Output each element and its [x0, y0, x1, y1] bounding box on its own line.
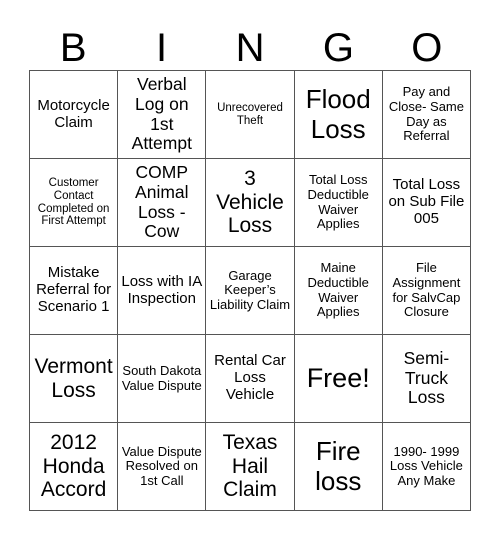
- header-letter-i: I: [156, 26, 168, 70]
- bingo-cell-n1[interactable]: Unrecovered Theft: [206, 71, 295, 159]
- bingo-cell-g1[interactable]: Flood Loss: [294, 71, 383, 159]
- bingo-cell-label: 2012 Honda Accord: [40, 431, 107, 502]
- bingo-cell-label: File Assignment for SalvCap Closure: [392, 260, 461, 320]
- bingo-cell-b2[interactable]: Customer Contact Completed on First Atte…: [30, 159, 119, 247]
- bingo-cell-o4[interactable]: Semi- Truck Loss: [382, 335, 472, 423]
- bingo-cell-label: Customer Contact Completed on First Atte…: [37, 176, 110, 228]
- bingo-cell-label: Verbal Log on 1st Attempt: [131, 74, 192, 154]
- bingo-cell-o2[interactable]: Total Loss on Sub File 005: [382, 159, 472, 247]
- bingo-cell-g3[interactable]: Maine Deductible Waiver Applies: [294, 247, 383, 335]
- bingo-cell-b1[interactable]: Motorcycle Claim: [30, 71, 119, 159]
- bingo-row-3: Mistake Referral for Scenario 1 Loss wit…: [30, 247, 472, 335]
- bingo-cell-o3[interactable]: File Assignment for SalvCap Closure: [382, 247, 472, 335]
- bingo-cell-label: South Dakota Value Dispute: [121, 362, 202, 393]
- bingo-cell-label: Motorcycle Claim: [37, 96, 110, 131]
- bingo-cell-i4[interactable]: South Dakota Value Dispute: [118, 335, 207, 423]
- bingo-cell-label: Pay and Close- Same Day as Referral: [388, 84, 464, 144]
- bingo-cell-label: Vermont Loss: [34, 354, 113, 402]
- bingo-cell-i1[interactable]: Verbal Log on 1st Attempt: [118, 71, 207, 159]
- bingo-cell-i2[interactable]: COMP Animal Loss - Cow: [118, 159, 207, 247]
- bingo-cell-b3[interactable]: Mistake Referral for Scenario 1: [30, 247, 119, 335]
- bingo-card: B I N G O Motorcycle Claim Verbal Log on…: [29, 14, 472, 511]
- bingo-cell-label: Semi- Truck Loss: [403, 348, 450, 408]
- bingo-cell-o1[interactable]: Pay and Close- Same Day as Referral: [382, 71, 472, 159]
- bingo-cell-n5[interactable]: Texas Hail Claim: [206, 423, 295, 511]
- bingo-header-row: B I N G O: [29, 14, 471, 70]
- bingo-cell-g2[interactable]: Total Loss Deductible Waiver Applies: [294, 159, 383, 247]
- bingo-cell-label: Total Loss on Sub File 005: [388, 176, 465, 227]
- bingo-cell-label: Unrecovered Theft: [217, 101, 283, 127]
- bingo-cell-label: Rental Car Loss Vehicle: [214, 352, 286, 403]
- header-letter-n: N: [235, 26, 265, 70]
- bingo-cell-label: Maine Deductible Waiver Applies: [307, 260, 369, 320]
- bingo-cell-label: Total Loss Deductible Waiver Applies: [307, 172, 369, 232]
- bingo-cell-o5[interactable]: 1990- 1999 Loss Vehicle Any Make: [382, 423, 472, 511]
- bingo-cell-i3[interactable]: Loss with IA Inspection: [118, 247, 207, 335]
- bingo-cell-n3[interactable]: Garage Keeper’s Liability Claim: [206, 247, 295, 335]
- bingo-cell-label: Mistake Referral for Scenario 1: [36, 264, 112, 315]
- bingo-cell-label: COMP Animal Loss - Cow: [135, 162, 189, 242]
- bingo-grid: Motorcycle Claim Verbal Log on 1st Attem…: [29, 70, 472, 511]
- header-letter-b: B: [59, 26, 87, 70]
- bingo-cell-i5[interactable]: Value Dispute Resolved on 1st Call: [118, 423, 207, 511]
- header-letter-g: G: [322, 26, 354, 70]
- bingo-cell-label: Flood Loss: [305, 84, 371, 144]
- bingo-cell-g5[interactable]: Fire loss: [294, 423, 383, 511]
- bingo-cell-b4[interactable]: Vermont Loss: [30, 335, 119, 423]
- bingo-cell-label: Loss with IA Inspection: [121, 272, 203, 307]
- bingo-cell-n2[interactable]: 3 Vehicle Loss: [206, 159, 295, 247]
- bingo-cell-label: 3 Vehicle Loss: [216, 167, 284, 238]
- bingo-row-4: Vermont Loss South Dakota Value Dispute …: [30, 335, 472, 423]
- free-space-label: Free!: [306, 363, 370, 394]
- bingo-row-1: Motorcycle Claim Verbal Log on 1st Attem…: [30, 71, 472, 159]
- bingo-cell-label: Value Dispute Resolved on 1st Call: [121, 443, 202, 488]
- bingo-row-5: 2012 Honda Accord Value Dispute Resolved…: [30, 423, 472, 511]
- bingo-cell-label: Garage Keeper’s Liability Claim: [209, 267, 291, 312]
- bingo-cell-label: Texas Hail Claim: [222, 431, 278, 502]
- bingo-cell-n4[interactable]: Rental Car Loss Vehicle: [206, 335, 295, 423]
- bingo-cell-free-space[interactable]: Free!: [294, 335, 383, 423]
- bingo-cell-b5[interactable]: 2012 Honda Accord: [30, 423, 119, 511]
- bingo-cell-label: 1990- 1999 Loss Vehicle Any Make: [389, 443, 463, 488]
- bingo-cell-label: Fire loss: [315, 436, 362, 496]
- bingo-row-2: Customer Contact Completed on First Atte…: [30, 159, 472, 247]
- header-letter-o: O: [411, 26, 443, 70]
